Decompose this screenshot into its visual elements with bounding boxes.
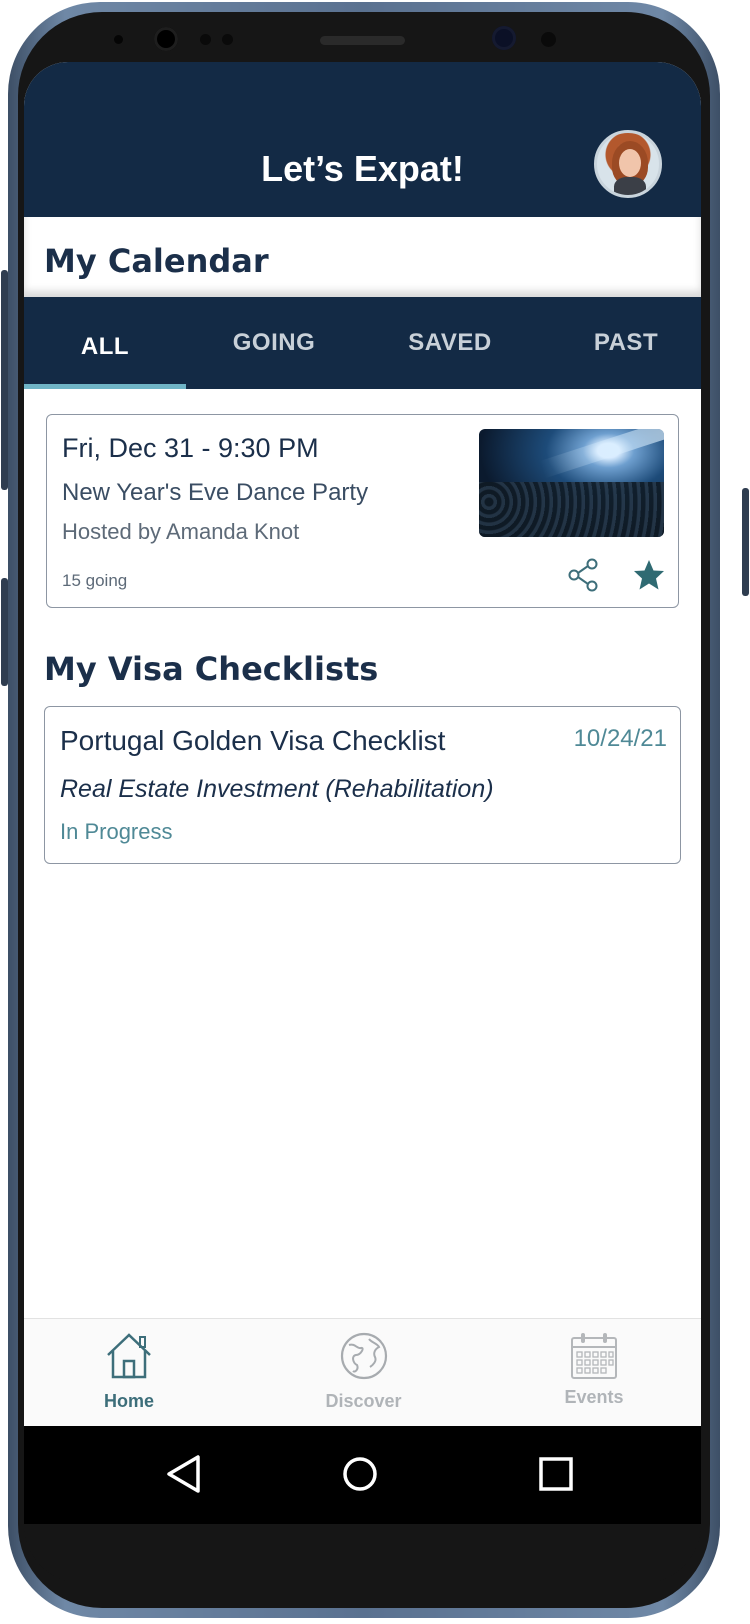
power-button	[742, 488, 749, 596]
share-icon[interactable]	[567, 558, 601, 592]
tab-going[interactable]: GOING	[186, 297, 362, 389]
checklist-name: Portugal Golden Visa Checklist	[60, 725, 446, 756]
nav-events[interactable]: Events	[529, 1319, 659, 1426]
checklist-status: In Progress	[60, 819, 173, 844]
event-card[interactable]: Fri, Dec 31 - 9:30 PM New Year's Eve Dan…	[46, 414, 679, 608]
tab-all[interactable]: ALL	[24, 301, 186, 393]
home-circle-icon[interactable]	[340, 1454, 380, 1494]
iris-camera	[492, 26, 516, 50]
app-screen: Let’s Expat! My Calendar ALL GOING SAVED…	[24, 62, 701, 1426]
event-name: New Year's Eve Dance Party	[62, 479, 369, 506]
side-button	[1, 578, 8, 686]
bottom-nav: Home Discover Events	[24, 1318, 701, 1426]
app-header: Let’s Expat!	[24, 62, 701, 217]
back-icon[interactable]	[164, 1454, 204, 1494]
tab-saved[interactable]: SAVED	[362, 297, 538, 389]
calendar-icon	[571, 1333, 617, 1379]
android-nav-bar	[24, 1426, 701, 1524]
event-going-count: 15 going	[62, 571, 128, 590]
visa-checklist-card[interactable]: Portugal Golden Visa Checklist 10/24/21 …	[44, 706, 681, 864]
visa-section-title: My Visa Checklists	[44, 650, 379, 688]
sensor-dot	[541, 32, 556, 47]
sensor-dot	[200, 34, 211, 45]
event-image	[479, 429, 664, 537]
crowd-silhouette	[479, 482, 664, 537]
nav-discover-label: Discover	[325, 1391, 402, 1411]
nav-events-label: Events	[564, 1387, 624, 1407]
avatar-face	[619, 149, 641, 177]
stage-light	[539, 429, 664, 479]
calendar-section-title: My Calendar	[44, 242, 269, 280]
front-camera	[154, 27, 178, 51]
nav-home-label: Home	[103, 1391, 154, 1411]
event-datetime: Fri, Dec 31 - 9:30 PM	[62, 433, 319, 463]
tab-past[interactable]: PAST	[538, 297, 701, 389]
star-icon[interactable]	[632, 558, 666, 592]
phone-chin	[24, 1524, 701, 1584]
sensor-dot	[114, 35, 123, 44]
calendar-tabs: ALL GOING SAVED PAST	[24, 297, 701, 389]
globe-icon	[340, 1332, 387, 1380]
earpiece-speaker	[320, 36, 405, 45]
recent-apps-icon[interactable]	[538, 1456, 574, 1492]
active-tab-indicator	[24, 384, 186, 389]
avatar-body	[614, 177, 646, 195]
nav-home[interactable]: Home	[64, 1319, 194, 1426]
event-host: Hosted by Amanda Knot	[62, 519, 300, 544]
user-avatar[interactable]	[594, 130, 662, 198]
sensor-dot	[222, 34, 233, 45]
checklist-type: Real Estate Investment (Rehabilitation)	[60, 775, 494, 803]
nav-discover[interactable]: Discover	[296, 1319, 431, 1426]
volume-button	[1, 270, 8, 490]
home-icon	[107, 1333, 151, 1379]
checklist-date: 10/24/21	[573, 725, 667, 752]
